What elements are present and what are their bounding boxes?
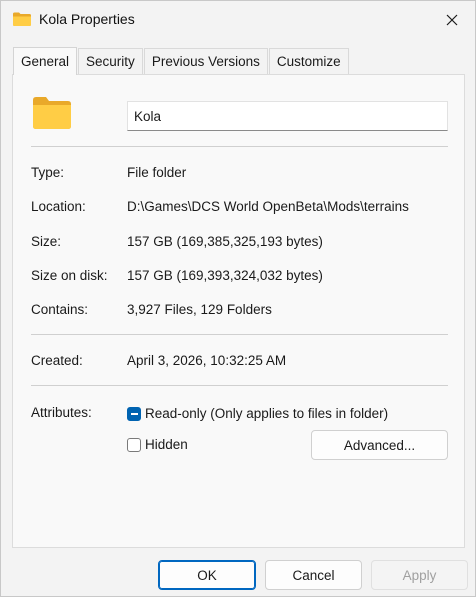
properties-dialog: Kola Properties General Security Previou… <box>0 0 476 597</box>
tab-customize[interactable]: Customize <box>268 48 349 74</box>
size-value: 157 GB (169,385,325,193 bytes) <box>127 234 323 249</box>
location-label: Location: <box>31 199 86 214</box>
contains-value: 3,927 Files, 129 Folders <box>127 302 272 317</box>
created-value: April 3, 2026, 10:32:25 AM <box>127 353 287 368</box>
close-icon <box>446 14 458 26</box>
title-bar[interactable]: Kola Properties <box>1 1 475 39</box>
cancel-button[interactable]: Cancel <box>265 560 362 590</box>
folder-icon <box>13 12 31 26</box>
hidden-label[interactable]: Hidden <box>145 437 188 452</box>
tab-strip: General Security Previous Versions Custo… <box>13 47 350 75</box>
tab-previous-versions[interactable]: Previous Versions <box>143 48 268 74</box>
apply-button[interactable]: Apply <box>371 560 468 590</box>
folder-icon <box>33 97 71 129</box>
size-label: Size: <box>31 234 62 249</box>
general-panel: Type: File folder Location: D:\Games\DCS… <box>12 74 465 548</box>
ok-button[interactable]: OK <box>158 560 256 590</box>
tab-general[interactable]: General <box>13 47 78 75</box>
window-title: Kola Properties <box>39 11 135 27</box>
attributes-label: Attributes: <box>31 405 92 420</box>
readonly-checkbox[interactable] <box>127 407 141 421</box>
contains-label: Contains: <box>31 302 89 317</box>
type-value: File folder <box>127 165 187 180</box>
type-label: Type: <box>31 165 65 180</box>
size-on-disk-value: 157 GB (169,393,324,032 bytes) <box>127 268 323 283</box>
created-label: Created: <box>31 353 83 368</box>
advanced-button[interactable]: Advanced... <box>311 430 448 460</box>
hidden-checkbox[interactable] <box>127 438 141 452</box>
folder-name-input[interactable] <box>127 101 448 131</box>
separator <box>31 334 448 335</box>
readonly-label[interactable]: Read-only (Only applies to files in fold… <box>145 406 388 421</box>
separator <box>31 385 448 386</box>
size-on-disk-label: Size on disk: <box>31 268 108 283</box>
tab-security[interactable]: Security <box>78 48 143 74</box>
close-button[interactable] <box>429 1 475 39</box>
separator <box>31 146 448 147</box>
location-value: D:\Games\DCS World OpenBeta\Mods\terrain… <box>127 199 409 214</box>
